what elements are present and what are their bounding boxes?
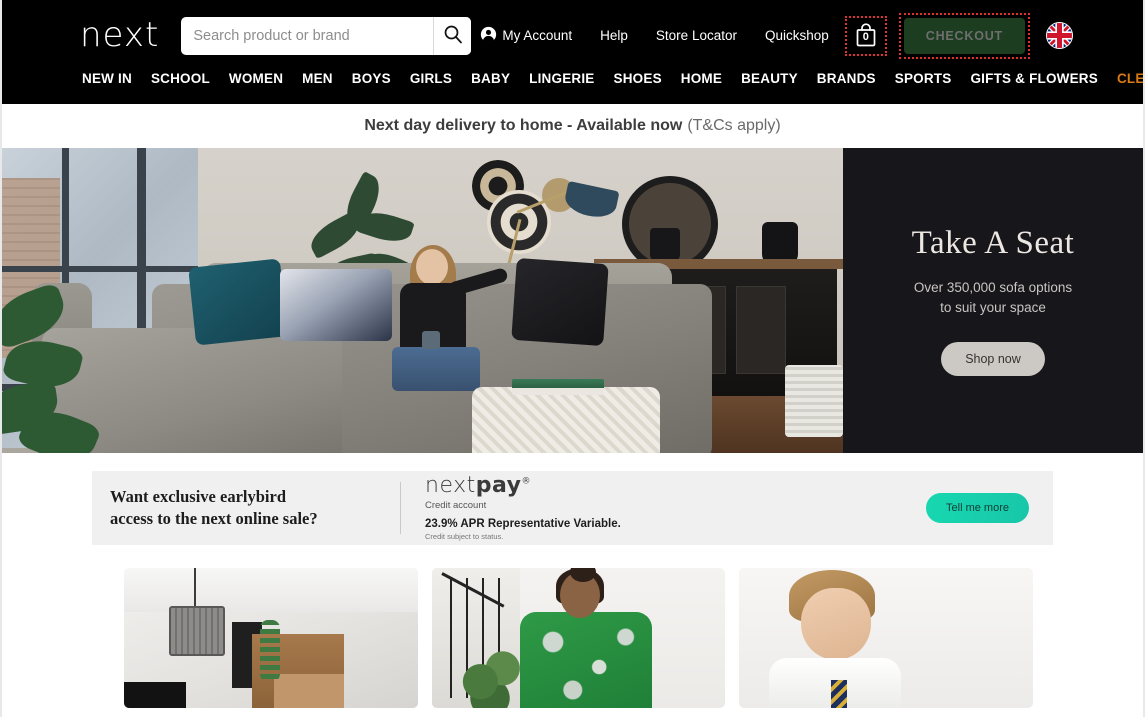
model-person — [390, 245, 509, 391]
delivery-message-bold: Next day delivery to home - Available no… — [364, 117, 683, 134]
search-button[interactable] — [433, 16, 472, 55]
checkout-highlight-box[interactable]: CHECKOUT — [898, 12, 1030, 59]
nav-item-new-in[interactable]: NEW IN — [82, 71, 132, 86]
tile-home-shelving-lower — [274, 674, 344, 708]
hero-banner[interactable]: Take A Seat Over 350,000 sofa options to… — [2, 148, 1143, 453]
hero-subtitle-line-2: to suit your space — [940, 300, 1046, 315]
hero-subtitle-line-1: Over 350,000 sofa options — [913, 280, 1073, 296]
shopping-bag-icon: 0 — [854, 22, 878, 49]
nextpay-headline-line-2: access to the next online sale? — [110, 509, 318, 528]
nav-item-sports[interactable]: SPORTS — [895, 71, 952, 86]
cushion-dark — [511, 257, 609, 347]
checkout-button[interactable]: CHECKOUT — [903, 17, 1025, 54]
search-icon — [443, 24, 463, 47]
tile-home[interactable] — [124, 568, 418, 708]
tile-women-paisley-dress — [519, 612, 652, 708]
nextpay-apr: 23.9% APR Representative Variable. — [425, 518, 621, 530]
search-bar — [181, 16, 472, 55]
store-locator-label: Store Locator — [655, 28, 737, 43]
help-link[interactable]: Help — [600, 28, 628, 43]
tile-women[interactable] — [431, 568, 726, 708]
tile-school-tie — [831, 680, 848, 708]
tile-school[interactable] — [739, 568, 1034, 708]
account-person-icon — [480, 26, 497, 46]
header-top-row: next Search product or brand My Account … — [2, 0, 1143, 71]
nextpay-divider — [400, 482, 401, 534]
quickshop-link[interactable]: Quickshop — [765, 28, 829, 43]
hero-subtitle: Over 350,000 sofa options to suit your s… — [914, 278, 1072, 317]
search-input[interactable] — [181, 16, 434, 55]
quickshop-label: Quickshop — [764, 28, 829, 43]
nextpay-banner-wrapper: Want exclusive earlybird access to the n… — [2, 453, 1143, 545]
promo-tiles-row — [2, 545, 1143, 708]
nextpay-logo-next: next — [425, 473, 476, 498]
tile-home-ivy-plant — [260, 620, 280, 682]
tell-me-more-button[interactable]: Tell me more — [926, 493, 1029, 523]
uk-flag-icon[interactable] — [1046, 22, 1073, 49]
nextpay-details: nextpay® Credit account 23.9% APR Repres… — [425, 475, 926, 542]
my-account-link[interactable]: My Account — [480, 26, 572, 46]
coffee-mug — [422, 331, 440, 349]
nav-item-shoes[interactable]: SHOES — [614, 71, 662, 86]
store-locator-link[interactable]: Store Locator — [656, 28, 737, 43]
hero-photo — [2, 148, 843, 453]
hero-title: Take A Seat — [911, 225, 1075, 262]
nav-item-gifts-flowers[interactable]: GIFTS & FLOWERS — [970, 71, 1098, 86]
nav-item-girls[interactable]: GIRLS — [410, 71, 452, 86]
header-utility-area: My Account Help Store Locator Quickshop — [480, 12, 1143, 59]
nav-item-women[interactable]: WOMEN — [229, 71, 283, 86]
nextpay-headline: Want exclusive earlybird access to the n… — [110, 486, 400, 531]
tile-home-pendant-lamp — [169, 606, 225, 656]
nextpay-credit-account: Credit account — [425, 500, 487, 511]
nav-item-lingerie[interactable]: LINGERIE — [529, 71, 594, 86]
delivery-message-bar: Next day delivery to home - Available no… — [2, 104, 1143, 148]
side-basket — [785, 365, 843, 437]
my-account-label: My Account — [502, 28, 573, 43]
nav-item-baby[interactable]: BABY — [471, 71, 510, 86]
main-navigation: NEW IN SCHOOL WOMEN MEN BOYS GIRLS BABY … — [2, 71, 1143, 104]
books-stack — [512, 379, 604, 395]
tile-home-lamp-cord — [194, 568, 196, 608]
nextpay-logo-mark: ® — [521, 476, 532, 487]
nav-item-boys[interactable]: BOYS — [352, 71, 391, 86]
nextpay-headline-line-1: Want exclusive earlybird — [110, 486, 286, 506]
hero-text-panel: Take A Seat Over 350,000 sofa options to… — [843, 148, 1143, 453]
cushion-teal — [188, 258, 288, 346]
nav-item-home[interactable]: HOME — [681, 71, 722, 86]
shopping-bag-button[interactable]: 0 — [844, 15, 887, 56]
nextpay-logo: nextpay® — [425, 475, 926, 497]
tile-women-greenery — [457, 642, 522, 708]
knitted-pouffe — [472, 387, 660, 453]
foreground-plant — [2, 273, 142, 453]
delivery-message-terms: (T&Cs apply) — [687, 117, 781, 134]
site-header: next Search product or brand My Account … — [2, 0, 1143, 104]
nextpay-banner[interactable]: Want exclusive earlybird access to the n… — [92, 471, 1053, 545]
bag-count-badge: 0 — [862, 30, 869, 43]
nav-item-school[interactable]: SCHOOL — [151, 71, 210, 86]
page-root: next Search product or brand My Account … — [0, 0, 1145, 717]
hero-shop-now-button[interactable]: Shop now — [941, 341, 1045, 376]
nav-item-beauty[interactable]: BEAUTY — [741, 71, 798, 86]
cushion-printed — [280, 269, 392, 341]
nextpay-credit-status: Credit subject to status. — [425, 532, 504, 541]
nextpay-logo-pay: pay — [475, 473, 522, 498]
nav-item-brands[interactable]: BRANDS — [817, 71, 876, 86]
nav-item-clearance[interactable]: CLEARANCE — [1117, 71, 1143, 86]
help-label: Help — [600, 28, 628, 43]
tile-home-tv — [124, 682, 186, 708]
nav-item-men[interactable]: MEN — [302, 71, 333, 86]
tile-school-face — [801, 588, 872, 660]
next-logo[interactable]: next — [80, 18, 159, 52]
